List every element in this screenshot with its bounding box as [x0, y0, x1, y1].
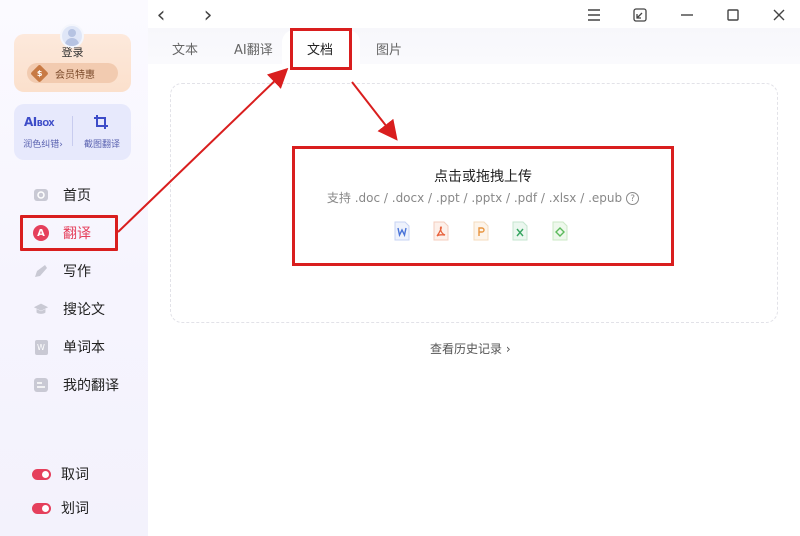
- screenshot-translate-button[interactable]: 截图翻译: [73, 104, 131, 160]
- pdf-icon: [433, 221, 449, 241]
- chevron-right-icon: ›: [203, 2, 213, 28]
- sidebar: 登录 $ 会员特惠 AIBOX 润色纠错› 截图翻译 首页 A 翻译 写作 搜论…: [0, 0, 148, 536]
- forward-button[interactable]: ›: [197, 2, 219, 28]
- chevron-left-icon: ‹: [156, 2, 166, 28]
- supported-formats: 支持 .doc / .docx / .ppt / .pptx / .pdf / …: [292, 189, 674, 206]
- tab-ai-translate[interactable]: AI翻译: [234, 38, 273, 58]
- crop-icon: [94, 115, 108, 129]
- sidebar-item-label: 我的翻译: [63, 378, 119, 394]
- sidebar-item-write[interactable]: 写作: [20, 253, 130, 289]
- word-icon: [394, 221, 410, 241]
- sidebar-item-label: 写作: [63, 264, 91, 280]
- tab-text[interactable]: 文本: [172, 38, 198, 58]
- sidebar-item-label: 首页: [63, 188, 91, 204]
- help-icon[interactable]: ?: [626, 192, 640, 205]
- menu-icon: [588, 9, 600, 21]
- annotation-box-translate: [20, 215, 118, 251]
- chevron-right-icon: ›: [59, 140, 63, 150]
- toggle-row-word-pick[interactable]: 取词: [32, 464, 89, 484]
- graduation-cap-icon: [33, 301, 49, 317]
- sidebar-item-home[interactable]: 首页: [20, 177, 130, 213]
- sidebar-item-label: 搜论文: [63, 302, 105, 318]
- minimize-button[interactable]: [676, 4, 698, 26]
- select-word-toggle[interactable]: [32, 502, 51, 514]
- vip-diamond-icon: $: [30, 63, 49, 83]
- epub-icon: [552, 221, 568, 241]
- polish-correct-label: 润色纠错: [23, 140, 60, 150]
- maximize-icon: [727, 9, 739, 21]
- my-translation-icon: [33, 377, 49, 393]
- mini-mode-button[interactable]: [629, 4, 651, 26]
- sidebar-item-my-translations[interactable]: 我的翻译: [20, 367, 130, 403]
- back-button[interactable]: ‹: [150, 2, 172, 28]
- upload-title: 点击或拖拽上传: [434, 169, 532, 185]
- login-label: 登录: [61, 46, 84, 59]
- close-icon: [773, 9, 785, 21]
- tools-card: AIBOX 润色纠错› 截图翻译: [14, 104, 131, 160]
- ppt-icon: [473, 221, 489, 241]
- vip-offer-button[interactable]: $ 会员特惠: [27, 63, 118, 83]
- pen-icon: [33, 263, 49, 279]
- tab-image[interactable]: 图片: [376, 38, 402, 58]
- screenshot-translate-label: 截图翻译: [83, 140, 120, 150]
- select-word-label: 划词: [61, 501, 89, 517]
- login-card[interactable]: 登录 $ 会员特惠: [14, 24, 131, 92]
- sidebar-item-search-papers[interactable]: 搜论文: [20, 291, 130, 327]
- sidebar-item-wordbook[interactable]: W 单词本: [20, 329, 130, 365]
- excel-icon: [512, 221, 528, 241]
- annotation-box-upload: [292, 146, 674, 266]
- word-pick-label: 取词: [61, 467, 89, 483]
- home-icon: [33, 187, 49, 203]
- tab-document[interactable]: 文档: [307, 38, 333, 58]
- word-pick-toggle[interactable]: [32, 468, 51, 480]
- sidebar-item-label: 单词本: [63, 340, 105, 356]
- close-button[interactable]: [768, 4, 790, 26]
- maximize-button[interactable]: [722, 4, 744, 26]
- wordbook-icon: W: [33, 339, 49, 355]
- menu-button[interactable]: [583, 4, 605, 26]
- minimize-icon: [681, 14, 693, 16]
- vip-label: 会员特惠: [55, 69, 95, 81]
- polish-correct-button[interactable]: AIBOX 润色纠错›: [14, 104, 72, 160]
- toggle-row-select-word[interactable]: 划词: [32, 498, 89, 518]
- view-history-link[interactable]: 查看历史记录 ›: [430, 340, 511, 357]
- mini-window-icon: [633, 8, 647, 22]
- aibox-icon: AIBOX: [24, 115, 55, 129]
